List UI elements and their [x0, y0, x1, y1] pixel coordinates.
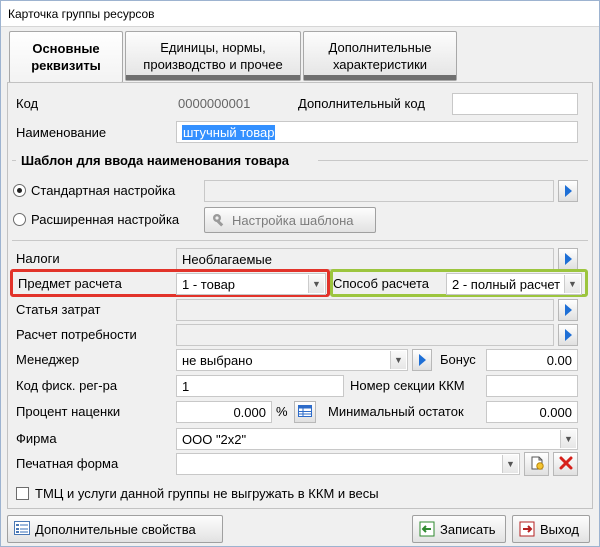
chevron-down-icon: ▼	[560, 430, 576, 448]
extra-properties-button[interactable]: Дополнительные свойства	[7, 515, 223, 543]
save-button[interactable]: Записать	[412, 515, 506, 543]
manager-open-button[interactable]	[412, 349, 432, 371]
code-label: Код	[16, 96, 39, 111]
tab-extra-characteristics[interactable]: Дополнительные характеристики	[303, 31, 457, 81]
arrow-right-icon	[418, 354, 426, 366]
extended-setting-label: Расширенная настройка	[31, 212, 180, 227]
tab-extra-characteristics-label: Дополнительные характеристики	[328, 40, 432, 72]
save-arrow-icon	[419, 521, 435, 537]
taxes-label: Налоги	[16, 251, 60, 266]
extra-code-label: Дополнительный код	[298, 96, 425, 111]
manager-select[interactable]: не выбрано ▼	[176, 349, 408, 371]
wrench-icon	[211, 212, 227, 228]
subject-select-value: 1 - товар	[182, 277, 236, 292]
fiscal-reg-input[interactable]: 1	[176, 375, 344, 397]
markup-table-button[interactable]	[294, 401, 316, 423]
arrow-right-icon	[564, 329, 572, 341]
new-document-icon	[529, 455, 545, 474]
exit-door-icon	[519, 521, 535, 537]
code-value: 0000000001	[178, 96, 251, 111]
delete-x-icon	[559, 456, 573, 473]
section-divider	[12, 240, 588, 241]
bonus-input[interactable]: 0.00	[486, 349, 578, 371]
extra-properties-label: Дополнительные свойства	[35, 521, 196, 537]
print-form-label: Печатная форма	[16, 456, 119, 471]
kkm-section-label: Номер секции ККМ	[350, 378, 465, 393]
main-details-pane: Код 0000000001 Дополнительный код Наимен…	[7, 82, 593, 509]
markup-label: Процент наценки	[16, 404, 121, 419]
chevron-down-icon: ▼	[564, 275, 580, 293]
name-input[interactable]: штучный товар	[176, 121, 578, 143]
arrow-right-icon	[564, 185, 572, 197]
template-settings-button[interactable]: Настройка шаблона	[204, 207, 376, 233]
name-label: Наименование	[16, 125, 107, 140]
standard-setting-radio[interactable]	[13, 184, 26, 197]
standard-setting-select-button[interactable]	[558, 180, 578, 202]
chevron-down-icon: ▼	[502, 455, 518, 473]
properties-list-icon	[14, 521, 30, 537]
save-button-label: Записать	[440, 521, 496, 537]
need-calc-label: Расчет потребности	[16, 327, 137, 342]
chevron-down-icon: ▼	[390, 351, 406, 369]
method-select-value: 2 - полный расчет	[452, 277, 561, 292]
tab-main-details[interactable]: Основные реквизиты	[9, 31, 123, 83]
fiscal-reg-label: Код фиск. рег-ра	[16, 378, 118, 393]
template-settings-label: Настройка шаблона	[232, 212, 354, 228]
tab-shade	[126, 75, 300, 80]
firm-select-value: ООО "2х2"	[182, 432, 247, 447]
subject-label: Предмет расчета	[18, 276, 122, 291]
need-calc-field[interactable]	[176, 324, 554, 346]
template-section-title: Шаблон для ввода наименования товара	[21, 153, 290, 168]
no-export-checkbox[interactable]	[16, 487, 29, 500]
no-export-label: ТМЦ и услуги данной группы не выгружать …	[35, 486, 379, 501]
tab-units-norms[interactable]: Единицы, нормы, производство и прочее	[125, 31, 301, 81]
print-form-delete-button[interactable]	[553, 452, 578, 476]
arrow-right-icon	[564, 304, 572, 316]
firm-label: Фирма	[16, 431, 57, 446]
method-label: Способ расчета	[333, 276, 430, 291]
subject-select[interactable]: 1 - товар ▼	[176, 273, 326, 295]
exit-button[interactable]: Выход	[512, 515, 590, 543]
cost-item-select-button[interactable]	[558, 299, 578, 321]
method-select[interactable]: 2 - полный расчет ▼	[446, 273, 582, 295]
need-calc-select-button[interactable]	[558, 324, 578, 346]
cost-item-label: Статья затрат	[16, 302, 101, 317]
print-form-add-button[interactable]	[524, 452, 549, 476]
print-form-select[interactable]: ▼	[176, 453, 520, 475]
taxes-field[interactable]: Необлагаемые	[176, 248, 554, 270]
window-title: Карточка группы ресурсов	[1, 1, 599, 27]
standard-setting-field[interactable]	[204, 180, 554, 202]
kkm-section-input[interactable]	[486, 375, 578, 397]
exit-button-label: Выход	[540, 521, 579, 537]
section-divider	[12, 160, 16, 161]
table-icon	[298, 404, 312, 420]
taxes-select-button[interactable]	[558, 248, 578, 270]
min-stock-input[interactable]: 0.000	[486, 401, 578, 423]
bonus-label: Бонус	[440, 352, 476, 367]
standard-setting-label: Стандартная настройка	[31, 183, 176, 198]
section-divider	[318, 160, 588, 161]
markup-unit: %	[276, 404, 288, 419]
tab-shade	[304, 75, 456, 80]
manager-label: Менеджер	[16, 352, 80, 367]
markup-input[interactable]: 0.000	[176, 401, 272, 423]
extra-code-input[interactable]	[452, 93, 578, 115]
tab-main-details-label: Основные реквизиты	[31, 41, 101, 73]
extended-setting-radio[interactable]	[13, 213, 26, 226]
cost-item-field[interactable]	[176, 299, 554, 321]
arrow-right-icon	[564, 253, 572, 265]
firm-select[interactable]: ООО "2х2" ▼	[176, 428, 578, 450]
manager-select-value: не выбрано	[182, 353, 253, 368]
chevron-down-icon: ▼	[308, 275, 324, 293]
min-stock-label: Минимальный остаток	[328, 404, 464, 419]
name-input-selected-text: штучный товар	[182, 125, 276, 140]
resource-group-window: Карточка группы ресурсов Основные реквиз…	[0, 0, 600, 547]
tab-units-norms-label: Единицы, нормы, производство и прочее	[143, 40, 283, 72]
